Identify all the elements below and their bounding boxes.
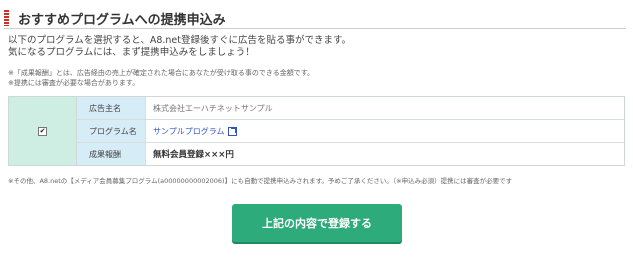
note-line-1: ※「成果報酬」とは、広告経由の売上が確定された場合にあなたが受け取る事のできる金…: [8, 69, 315, 77]
external-link-icon[interactable]: [227, 126, 237, 136]
notes: ※「成果報酬」とは、広告経由の売上が確定された場合にあなたが受け取る事のできる金…: [8, 68, 314, 88]
advertiser-label: 広告主名: [77, 97, 146, 119]
submit-registration-button[interactable]: 上記の内容で登録する: [232, 204, 402, 242]
program-name-row: プログラム名 サンプルプログラム: [77, 120, 624, 143]
intro-line-1: 以下のプログラムを選択すると、A8.net登録後すぐに広告を貼る事ができます。: [8, 35, 352, 46]
page-header: おすすめプログラムへの提携申込み: [4, 6, 626, 29]
reward-label: 成果報酬: [77, 143, 146, 165]
program-checkbox[interactable]: ✔: [38, 126, 47, 136]
reward-value: 無料会員登録×××円: [153, 150, 234, 160]
program-name-link[interactable]: サンプルプログラム: [153, 126, 225, 137]
advertiser-row: 広告主名 株式会社エーハチネットサンプル: [77, 97, 624, 120]
program-name-cell: サンプルプログラム: [146, 120, 624, 142]
program-select-cell[interactable]: ✔: [9, 97, 77, 165]
header-marker-icon: [4, 10, 9, 26]
check-mark-icon: ✔: [39, 126, 46, 135]
program-details: 広告主名 株式会社エーハチネットサンプル プログラム名 サンプルプログラム 成果…: [77, 97, 624, 165]
page-title: おすすめプログラムへの提携申込み: [18, 13, 226, 28]
footnote: ※その他、A8.netの【メディア会員募集プログラム(a000000000020…: [8, 177, 513, 185]
advertiser-value: 株式会社エーハチネットサンプル: [153, 103, 273, 113]
note-line-2: ※提携には審査が必要な場合があります。: [8, 79, 140, 87]
program-name-label: プログラム名: [77, 120, 146, 142]
reward-row: 成果報酬 無料会員登録×××円: [77, 143, 624, 165]
intro-text: 以下のプログラムを選択すると、A8.net登録後すぐに広告を貼る事ができます。 …: [8, 35, 351, 59]
intro-line-2: 気になるプログラムには、まず提携申込みをしましょう！: [8, 47, 255, 58]
program-table: ✔ 広告主名 株式会社エーハチネットサンプル プログラム名 サンプルプログラム …: [8, 96, 625, 166]
